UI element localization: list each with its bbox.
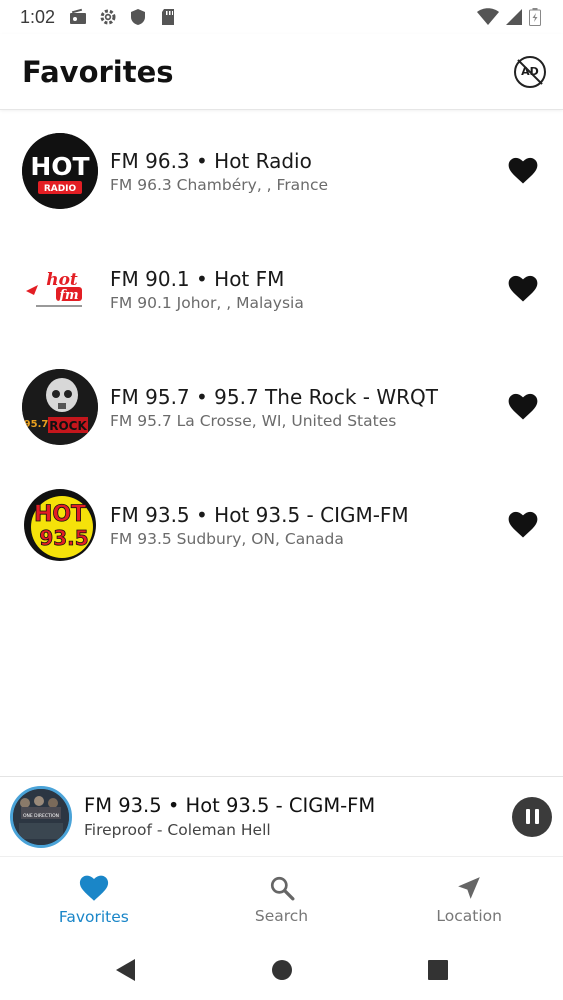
station-title: FM 93.5 • Hot 93.5 - CIGM-FM: [110, 502, 409, 527]
heart-icon: [508, 511, 538, 538]
nav-label: Search: [254, 907, 309, 925]
heart-icon: [508, 393, 538, 420]
station-subtitle: FM 96.3 Chambéry, , France: [110, 175, 329, 194]
station-row[interactable]: 95.7 ROCK FM 95.7 • 95.7 The Rock - WRQT…: [0, 348, 563, 466]
search-icon: [270, 876, 294, 901]
status-icons: [69, 8, 177, 26]
station-subtitle: FM 95.7 La Crosse, WI, United States: [110, 411, 397, 430]
album-art-image: ONE DIRECTION: [13, 788, 69, 845]
recents-button[interactable]: [360, 959, 516, 981]
recents-icon: [427, 959, 448, 980]
gear-icon: [100, 9, 116, 25]
player-track: Fireproof - Coleman Hell: [84, 821, 271, 839]
heart-icon: [79, 875, 108, 901]
logo-text-bottom: ROCK: [49, 419, 87, 433]
nav-search[interactable]: Search: [188, 857, 376, 939]
logo-text-bottom: RADIO: [44, 184, 77, 194]
remove-ads-button[interactable]: AD: [514, 55, 546, 88]
back-icon: [115, 958, 135, 981]
status-right-icons: [477, 8, 541, 26]
logo-text-bottom: fm: [58, 288, 78, 303]
station-subtitle: FM 90.1 Johor, , Malaysia: [110, 293, 304, 312]
favorite-heart-button[interactable]: [503, 387, 543, 427]
signal-icon: [506, 9, 522, 25]
logo-text-top: HOT: [30, 152, 89, 181]
wifi-icon: [477, 8, 499, 25]
album-art-text: ONE DIRECTION: [23, 813, 59, 819]
home-icon: [271, 959, 292, 980]
radio-icon: [70, 8, 87, 24]
back-button[interactable]: [48, 958, 204, 982]
hot-935-logo-icon: HOT 93.5: [24, 489, 96, 561]
station-title: FM 90.1 • Hot FM: [110, 266, 285, 291]
bottom-nav: Favorites Search Location: [0, 857, 563, 939]
mini-player[interactable]: ONE DIRECTION FM 93.5 • Hot 93.5 - CIGM-…: [0, 776, 563, 857]
station-row[interactable]: HOT RADIO FM 96.3 • Hot Radio FM 96.3 Ch…: [0, 112, 563, 230]
pause-button[interactable]: [512, 796, 552, 837]
logo-text-bottom: 93.5: [39, 526, 88, 550]
logo-text-top: 95.7: [24, 419, 49, 430]
status-bar: 1:02: [0, 0, 563, 34]
heart-icon: [508, 157, 538, 184]
navigation-arrow-icon: [458, 877, 481, 899]
nav-label: Favorites: [58, 907, 129, 926]
nav-location[interactable]: Location: [375, 857, 563, 939]
favorites-list: HOT RADIO FM 96.3 • Hot Radio FM 96.3 Ch…: [0, 112, 563, 584]
home-button[interactable]: [204, 959, 360, 981]
system-nav-bar: [0, 939, 563, 1000]
station-subtitle: FM 93.5 Sudbury, ON, Canada: [110, 529, 344, 548]
heart-icon: [508, 275, 538, 302]
station-logo: HOT 93.5: [22, 487, 98, 563]
hot-fm-logo-icon: hot fm: [22, 251, 98, 327]
station-logo: hot fm: [22, 251, 98, 327]
sd-card-icon: [162, 9, 175, 25]
the-rock-logo-icon: 95.7 ROCK: [22, 369, 98, 445]
page-title: Favorites: [22, 54, 174, 89]
station-title: FM 95.7 • 95.7 The Rock - WRQT: [110, 384, 438, 409]
favorite-heart-button[interactable]: [503, 505, 543, 545]
pause-icon: [525, 809, 530, 824]
favorite-heart-button[interactable]: [503, 151, 543, 191]
pause-icon-bar: [534, 809, 539, 824]
player-title: FM 93.5 • Hot 93.5 - CIGM-FM: [84, 794, 376, 817]
album-art: ONE DIRECTION: [10, 785, 72, 848]
hot-radio-logo-icon: HOT RADIO: [22, 133, 98, 209]
app-header: Favorites AD: [0, 34, 563, 110]
station-logo: HOT RADIO: [22, 133, 98, 209]
nav-label: Location: [436, 907, 502, 925]
nav-favorites[interactable]: Favorites: [0, 857, 188, 939]
logo-text-top: HOT: [34, 502, 86, 527]
station-row[interactable]: hot fm FM 90.1 • Hot FM FM 90.1 Johor, ,…: [0, 230, 563, 348]
battery-icon: [529, 8, 541, 26]
station-logo: 95.7 ROCK: [22, 369, 98, 445]
favorite-heart-button[interactable]: [503, 269, 543, 309]
station-title: FM 96.3 • Hot Radio: [110, 148, 312, 173]
station-row[interactable]: HOT 93.5 FM 93.5 • Hot 93.5 - CIGM-FM FM…: [0, 466, 563, 584]
status-time: 1:02: [20, 6, 56, 27]
shield-icon: [131, 9, 146, 25]
